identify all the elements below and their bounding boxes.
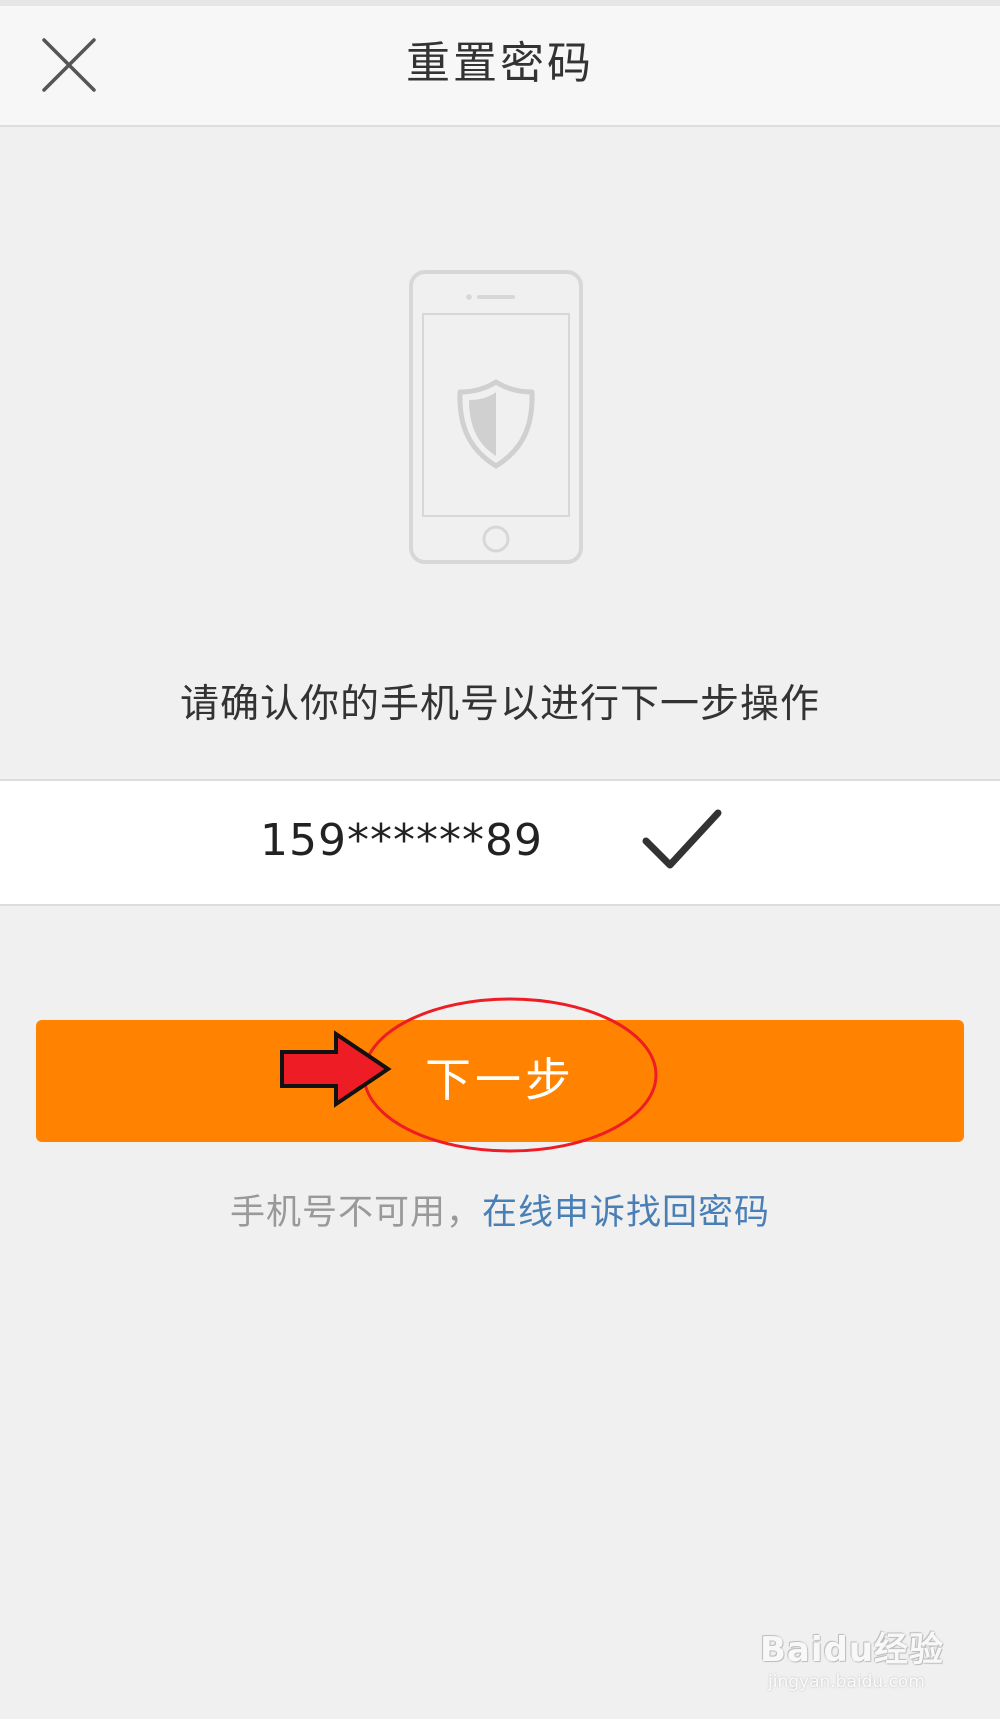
help-static-text: 手机号不可用， [229,1193,482,1233]
phone-number-row[interactable]: 159******89 [0,779,1000,906]
phone-shield-icon [409,270,583,564]
watermark-brand: Baidu经验 [760,1630,945,1670]
next-step-button[interactable]: 下一步 [36,1020,964,1142]
watermark: Baidu经验 jingyan.baidu.com [760,1600,960,1700]
help-line: 手机号不可用，在线申诉找回密码 [0,1183,1000,1243]
phone-number: 159******89 [260,815,543,866]
online-appeal-link[interactable]: 在线申诉找回密码 [482,1193,770,1233]
next-step-label: 下一步 [425,1054,575,1106]
page-title: 重置密码 [406,38,594,89]
header-bar: 重置密码 [0,6,1000,127]
confirm-message: 请确认你的手机号以进行下一步操作 [179,682,820,727]
checkmark-icon [642,809,722,869]
watermark-url: jingyan.baidu.com [768,1672,925,1692]
